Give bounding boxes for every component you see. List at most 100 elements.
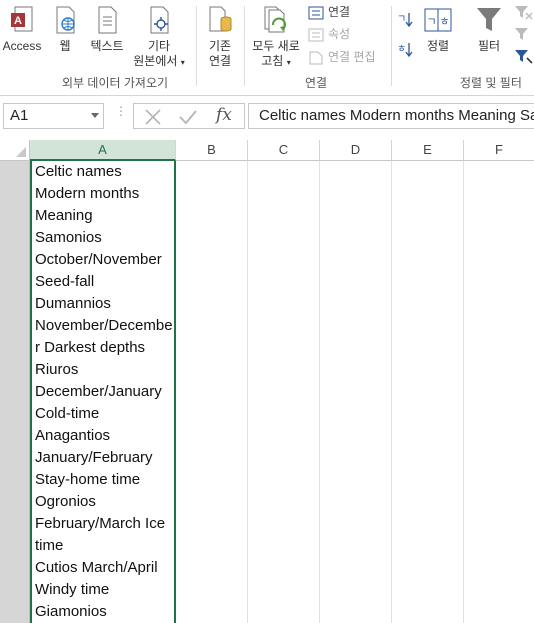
- access-label: Access: [2, 39, 42, 53]
- sort-button[interactable]: ㄱ ㅎ 정렬: [420, 5, 456, 54]
- cell-text-line: Samonios: [35, 229, 102, 246]
- web-button[interactable]: 웹: [50, 5, 80, 54]
- cell-text-line: Meaning: [35, 207, 93, 224]
- svg-text:A: A: [14, 15, 22, 27]
- divider: [244, 6, 245, 86]
- text-button[interactable]: 텍스트: [86, 5, 128, 54]
- text-label: 텍스트: [90, 39, 124, 53]
- column-header-e[interactable]: E: [392, 140, 464, 161]
- svg-text:ㅎ: ㅎ: [397, 44, 406, 55]
- svg-text:ㄱ: ㄱ: [426, 15, 436, 28]
- refresh-line2: 고침: [261, 54, 284, 68]
- cell-text-line: Stay-home time: [35, 471, 141, 488]
- cancel-icon[interactable]: [144, 109, 162, 125]
- name-box-value: A1: [10, 107, 29, 124]
- filter-label: 필터: [477, 39, 501, 53]
- existing-label-2: 연결: [208, 54, 232, 68]
- reapply-icon: [515, 28, 528, 40]
- formula-buttons: fx: [133, 103, 245, 129]
- other-sources-icon: [150, 6, 169, 34]
- cell-text-line: Windy time: [35, 581, 110, 598]
- sort-ascending-icon: ㄱ: [397, 13, 413, 28]
- divider: [391, 6, 392, 86]
- cell-text-line: Ogronios: [35, 493, 96, 510]
- web-icon: [56, 6, 75, 34]
- sort-descending-button[interactable]: ㅎ: [396, 40, 414, 60]
- other-sources-button[interactable]: 기타 원본에서 ▾: [130, 5, 188, 70]
- edit-links-button[interactable]: 연결 편집: [308, 47, 376, 67]
- web-label: 웹: [59, 39, 71, 53]
- reapply-button[interactable]: [514, 26, 534, 44]
- existing-connections-button[interactable]: 기존 연결: [202, 5, 238, 69]
- advanced-filter-button[interactable]: [514, 48, 534, 66]
- properties-icon: [308, 28, 324, 42]
- filter-button[interactable]: 필터: [470, 5, 508, 54]
- gridline: [463, 161, 464, 623]
- chevron-down-icon: ▾: [180, 58, 185, 67]
- column-header-c[interactable]: C: [248, 140, 320, 161]
- cell-text-line: time: [35, 537, 64, 554]
- existing-connections-icon: [209, 6, 232, 32]
- edit-links-icon: [309, 51, 323, 65]
- svg-text:ㅎ: ㅎ: [439, 15, 449, 28]
- cell-text-line: November/Decembe: [35, 317, 173, 334]
- connections-icon: [308, 6, 324, 20]
- other-sources-line2: 원본에서: [133, 54, 178, 68]
- formula-bar: A1 ⋮ fx Celtic names Modern months Meani…: [0, 96, 534, 140]
- column-header-d[interactable]: D: [320, 140, 392, 161]
- cell-text-line: Celtic names: [35, 163, 122, 180]
- cell-text-line: December/January: [35, 383, 162, 400]
- filter-funnel-icon: [477, 8, 501, 31]
- cell-text-line: Seed-fall: [35, 273, 95, 290]
- cell-text-line: Anagantios: [35, 427, 111, 444]
- cell-text-line: Dumannios: [35, 295, 111, 312]
- formula-input[interactable]: Celtic names Modern months Meaning Samon…: [248, 103, 534, 129]
- advanced-filter-icon: [515, 50, 533, 64]
- cell-text-line: Modern months: [35, 185, 140, 202]
- insert-function-icon[interactable]: fx: [216, 105, 232, 125]
- refresh-icon: [264, 6, 286, 33]
- clear-filter-icon: [515, 6, 533, 20]
- sort-filter-group-label: 정렬 및 필터: [460, 76, 522, 90]
- external-data-group-label: 외부 데이터 가져오기: [62, 76, 169, 90]
- cell-text-line: Cutios March/April: [35, 559, 158, 576]
- cell-text-line: Giamonios: [35, 603, 107, 620]
- cell-text-line: Cold-time: [35, 405, 100, 422]
- properties-button[interactable]: 속성: [308, 24, 350, 44]
- chevron-down-icon: ▾: [286, 58, 291, 67]
- access-button[interactable]: A Access: [2, 5, 42, 54]
- cell-text-line: October/November: [35, 251, 162, 268]
- other-sources-line1: 기타: [147, 39, 171, 53]
- chevron-down-icon[interactable]: [91, 113, 99, 118]
- connections-button[interactable]: 연결: [308, 2, 350, 22]
- sort-ascending-button[interactable]: ㄱ: [396, 10, 414, 30]
- cell-text-line: February/March Ice: [35, 515, 166, 532]
- gridline: [319, 161, 320, 623]
- gridline: [391, 161, 392, 623]
- divider: [196, 6, 197, 86]
- svg-text:ㄱ: ㄱ: [397, 14, 406, 25]
- sort-label: 정렬: [426, 39, 450, 53]
- clear-filter-button[interactable]: [514, 4, 534, 22]
- enter-check-icon[interactable]: [178, 109, 198, 125]
- text-file-icon: [98, 6, 117, 34]
- sort-icon: ㄱ ㅎ: [424, 8, 452, 32]
- cell-text-line: r Darkest depths: [35, 339, 146, 356]
- refresh-all-button[interactable]: 모두 새로 고침 ▾: [248, 5, 304, 70]
- select-all-corner[interactable]: [0, 140, 30, 161]
- column-header-f[interactable]: F: [464, 140, 534, 161]
- cell-text-line: January/February: [35, 449, 153, 466]
- existing-label-1: 기존: [208, 39, 232, 53]
- cell-a1[interactable]: Celtic names Modern months Meaning Samon…: [30, 161, 176, 623]
- connections-group-label: 연결: [305, 76, 328, 90]
- select-all-icon: [16, 147, 26, 157]
- drag-handle-icon[interactable]: ⋮: [115, 105, 127, 117]
- ribbon: A Access 웹 텍스트 기타 원본에서 ▾ 외부 데이터 가져오기 기존 …: [0, 0, 534, 96]
- sort-descending-icon: ㅎ: [397, 43, 413, 58]
- name-box[interactable]: A1: [3, 103, 104, 129]
- column-header-b[interactable]: B: [176, 140, 248, 161]
- refresh-line1: 모두 새로: [252, 39, 300, 53]
- worksheet-grid: A B C D E F Celtic names Modern months M…: [0, 140, 534, 623]
- row-header-1[interactable]: [0, 161, 30, 623]
- column-header-a[interactable]: A: [30, 140, 176, 161]
